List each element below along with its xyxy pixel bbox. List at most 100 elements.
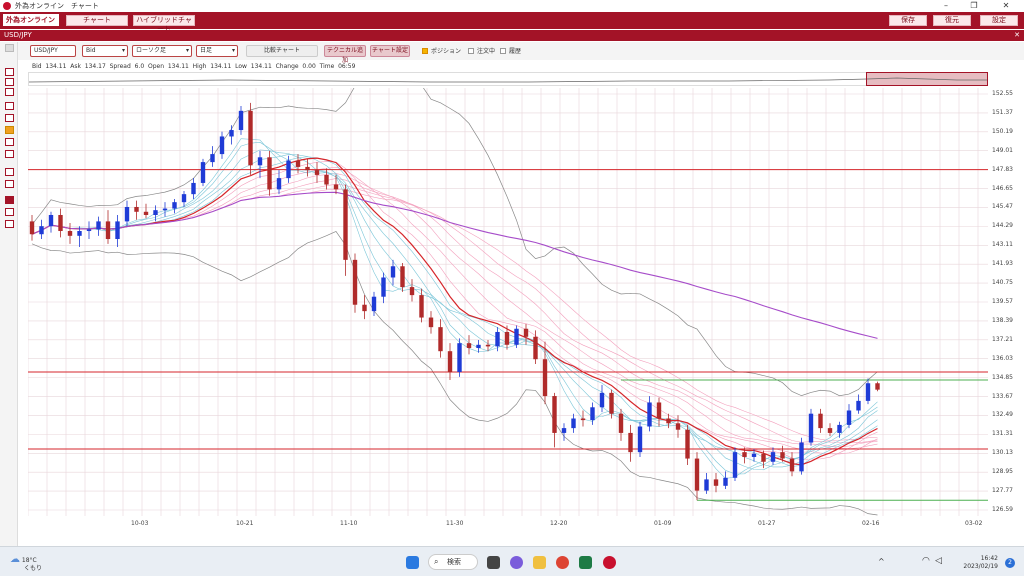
- save-button[interactable]: 保存: [889, 15, 927, 26]
- taskbar-clock[interactable]: 16:42 2023/02/19: [958, 555, 998, 571]
- bollinger-upper: [31, 88, 878, 397]
- candle-body: [276, 178, 282, 190]
- zoom-icon[interactable]: [5, 88, 14, 96]
- trash-icon[interactable]: [5, 208, 14, 216]
- hline-icon[interactable]: [5, 126, 14, 134]
- candle-body: [105, 221, 111, 240]
- price-tick-label: 137.21: [992, 335, 1013, 343]
- history-checkbox[interactable]: [500, 48, 506, 54]
- wifi-icon[interactable]: ◠: [922, 556, 930, 566]
- windows-taskbar: ☁ 18°C くもり 検索 ⌕ ^ ◠ ◁ 16:42 2023/02/19 2: [0, 546, 1024, 576]
- price-tick-label: 128.95: [992, 468, 1013, 476]
- delete-icon[interactable]: [5, 196, 14, 204]
- chart-tab-button[interactable]: チャート: [66, 15, 128, 26]
- ma-ribbon-blue: [31, 149, 878, 471]
- candle-body: [827, 428, 833, 433]
- price-tick-label: 140.75: [992, 279, 1013, 287]
- minimize-icon[interactable]: –: [935, 0, 957, 12]
- speaker-icon[interactable]: ◁: [935, 556, 942, 566]
- price-tick-label: 149.01: [992, 146, 1013, 154]
- chart-navigator[interactable]: [28, 72, 988, 86]
- orders-label: 注文中: [477, 48, 496, 55]
- candle-body: [409, 287, 415, 296]
- chevron-down-icon: ▾: [231, 47, 235, 54]
- price-tick-label: 134.85: [992, 373, 1013, 381]
- bid-label: Bid: [32, 63, 42, 70]
- chart-type-select[interactable]: ローソク足 ▾: [132, 45, 192, 57]
- chart-toolbar: USD/JPY Bid ▾ ローソク足 ▾ 日足 ▾ 比較チャート テクニカル追加 チ…: [0, 42, 1024, 64]
- vline-icon[interactable]: [5, 138, 14, 146]
- start-icon[interactable]: [406, 556, 419, 569]
- candle-body: [799, 442, 804, 472]
- price-tick-label: 145.47: [992, 203, 1013, 211]
- text-icon[interactable]: [5, 180, 14, 188]
- chevron-up-icon[interactable]: ^: [878, 557, 885, 566]
- interval-label: 日足: [200, 47, 213, 54]
- spread-label: Spread: [109, 63, 131, 70]
- window-title: 外為オンライン チャート: [15, 2, 99, 10]
- candle-body: [219, 136, 225, 155]
- candle-body: [770, 452, 776, 462]
- ma-purple: [31, 191, 878, 339]
- candle-body: [580, 418, 586, 421]
- chat-icon[interactable]: [510, 556, 523, 569]
- pen-icon[interactable]: [5, 102, 14, 110]
- price-tick-label: 141.93: [992, 260, 1013, 268]
- candle-body: [656, 402, 662, 419]
- weather-widget[interactable]: ☁ 18°C くもり: [10, 554, 42, 573]
- list-icon[interactable]: [5, 220, 14, 228]
- add-technical-button[interactable]: テクニカル追加: [324, 45, 366, 64]
- hybrid-chart-tab-button[interactable]: ハイブリッドチャート: [133, 15, 195, 33]
- navigator-selection[interactable]: [866, 72, 988, 86]
- candle-body: [238, 110, 244, 131]
- candle-body: [447, 351, 453, 373]
- candle-body: [590, 407, 595, 421]
- notification-badge[interactable]: 2: [1005, 558, 1015, 568]
- pair-select[interactable]: USD/JPY: [30, 45, 76, 57]
- price-tick-label: 147.83: [992, 165, 1013, 173]
- position-checkbox[interactable]: [422, 48, 428, 54]
- close-icon[interactable]: ✕: [995, 0, 1017, 12]
- close-pane-icon[interactable]: ✕: [1014, 30, 1020, 41]
- candle-body: [305, 166, 310, 171]
- candle-body: [191, 182, 196, 195]
- trendline-icon[interactable]: [5, 114, 14, 122]
- candle-body: [343, 189, 348, 260]
- expand-icon[interactable]: [5, 44, 14, 52]
- price-tick-label: 127.77: [992, 487, 1013, 495]
- temperature: 18°C: [21, 557, 37, 564]
- pair-label: USD/JPY: [34, 47, 58, 54]
- explorer-icon[interactable]: [533, 556, 546, 569]
- candle-body: [533, 336, 538, 360]
- chart-settings-button[interactable]: チャート設定: [370, 45, 410, 57]
- candle-body: [362, 304, 367, 312]
- price-tick-label: 143.11: [992, 241, 1013, 249]
- excel-icon[interactable]: [579, 556, 592, 569]
- candle-body: [428, 317, 434, 328]
- candle-body: [875, 383, 880, 390]
- compare-chart-button[interactable]: 比較チャート: [246, 45, 318, 57]
- candle-body: [314, 170, 320, 175]
- channel-icon[interactable]: [5, 150, 14, 158]
- candle-body: [514, 328, 519, 345]
- ma-ribbon-blue: [31, 154, 878, 468]
- cursor-icon[interactable]: [5, 68, 14, 76]
- chrome-icon[interactable]: [556, 556, 569, 569]
- change-value: 0.00: [302, 63, 316, 70]
- gaitame-app-icon[interactable]: [603, 556, 616, 569]
- candle-body: [58, 214, 63, 232]
- settings-button[interactable]: 設定: [980, 15, 1018, 26]
- candle-body: [599, 392, 605, 408]
- open-label: Open: [147, 63, 164, 70]
- restore-button[interactable]: 復元: [933, 15, 971, 26]
- cloud-icon: ☁: [10, 554, 20, 565]
- price-chart[interactable]: [28, 88, 988, 516]
- price-type-select[interactable]: Bid ▾: [82, 45, 128, 57]
- orders-checkbox[interactable]: [468, 48, 474, 54]
- task-view-icon[interactable]: [487, 556, 500, 569]
- maximize-icon[interactable]: ❐: [963, 0, 985, 12]
- bid-value: 134.11: [45, 63, 67, 70]
- interval-select[interactable]: 日足 ▾: [196, 45, 238, 57]
- fibonacci-icon[interactable]: [5, 168, 14, 176]
- crosshair-icon[interactable]: [5, 78, 14, 86]
